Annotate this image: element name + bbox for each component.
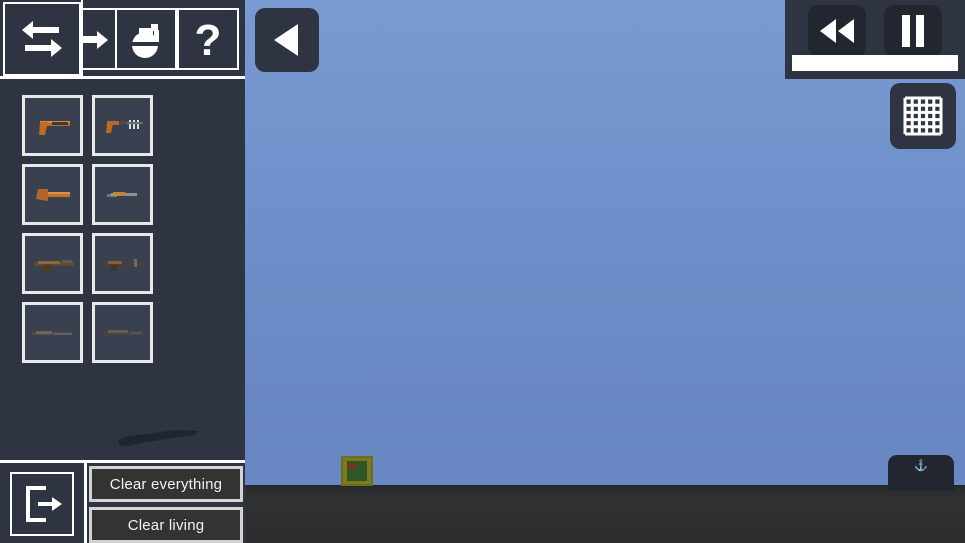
question-mark-icon: ? xyxy=(191,17,225,61)
grenade-tool-button[interactable] xyxy=(115,8,177,70)
item-smg[interactable] xyxy=(92,164,153,225)
help-tool-button[interactable]: ? xyxy=(177,8,239,70)
game-window: ? Clear everything Clear living ⚓ xyxy=(0,0,965,543)
arrow-right-icon xyxy=(83,26,111,52)
item-pistol[interactable] xyxy=(22,95,83,156)
timeline-fill xyxy=(792,55,958,71)
item-sniper-rifle[interactable] xyxy=(22,302,83,363)
pause-icon xyxy=(900,14,926,48)
sawed-off-icon xyxy=(35,188,70,201)
playback-controls xyxy=(785,0,965,79)
smg-icon xyxy=(106,191,137,197)
tool-toolbar: ? xyxy=(0,0,245,79)
rewind-icon xyxy=(818,18,856,44)
item-machine-pistol[interactable] xyxy=(92,95,153,156)
crate-object[interactable] xyxy=(341,456,373,486)
grid-icon xyxy=(902,95,944,137)
back-button[interactable] xyxy=(255,8,319,72)
item-sawed-off[interactable] xyxy=(22,164,83,225)
play-left-icon xyxy=(270,22,304,58)
item-battle-rifle[interactable] xyxy=(92,302,153,363)
sniper-rifle-icon xyxy=(31,330,72,335)
machine-pistol-icon xyxy=(105,119,143,133)
grid-toggle-button[interactable] xyxy=(890,83,956,149)
pause-button[interactable] xyxy=(884,5,942,57)
bottom-bar-divider xyxy=(84,463,87,543)
crate-marker xyxy=(349,463,355,469)
clear-actions: Clear everything Clear living xyxy=(89,466,245,543)
assault-rifle-icon xyxy=(33,259,74,272)
held-weapon-preview xyxy=(118,430,198,446)
weapon-grid xyxy=(22,95,222,363)
svg-text:?: ? xyxy=(195,17,222,61)
battle-rifle-icon xyxy=(103,329,142,335)
anchor-icon: ⚓ xyxy=(914,460,928,472)
carbine-icon xyxy=(101,258,144,271)
timeline-slider[interactable] xyxy=(792,55,958,71)
inventory-sidebar: ? Clear everything Clear living xyxy=(0,0,245,543)
anchor-tool-button[interactable]: ⚓ xyxy=(888,455,954,491)
clear-living-button[interactable]: Clear living xyxy=(89,507,243,543)
clear-everything-button[interactable]: Clear everything xyxy=(89,466,243,502)
sidebar-bottom-bar: Clear everything Clear living xyxy=(0,460,245,543)
item-assault-rifle[interactable] xyxy=(22,233,83,294)
grenade-icon xyxy=(126,18,166,60)
swap-arrows-icon xyxy=(19,19,65,59)
toolbar-underline xyxy=(0,76,245,79)
rewind-button[interactable] xyxy=(808,5,866,57)
exit-button[interactable] xyxy=(10,472,74,536)
item-carbine[interactable] xyxy=(92,233,153,294)
move-tool-button[interactable] xyxy=(83,8,115,70)
pistol-icon xyxy=(38,120,70,135)
exit-door-icon xyxy=(20,482,64,526)
swap-tool-button[interactable] xyxy=(3,2,81,76)
